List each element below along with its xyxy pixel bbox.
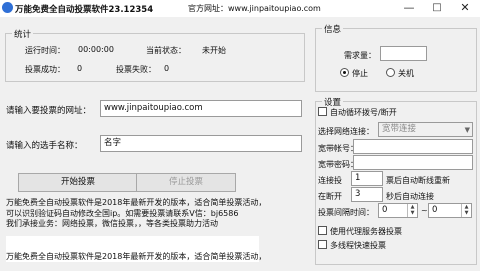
interval-from-spinner[interactable]: ▲ ▼ [407, 204, 417, 217]
chevron-down-icon: ▼ [464, 126, 470, 134]
stop-radio[interactable] [340, 68, 349, 77]
success-value: 0 [77, 64, 83, 73]
state-value: 未开始 [202, 46, 226, 55]
minimize-button[interactable]: — [396, 0, 422, 17]
multi-thread-checkbox[interactable] [318, 240, 327, 249]
interval-from-value: 0 [382, 205, 388, 215]
notice-bottom-line: 万能免费全自动投票软件是2018年最新开发的版本，适合简单投票活动， [6, 252, 267, 261]
name-label: 请输入的选手名称： [6, 141, 83, 151]
net-conn-label: 选择网络连接： [318, 127, 374, 136]
need-input[interactable] [380, 46, 427, 61]
proxy-checkbox[interactable] [318, 226, 327, 235]
success-label: 投票成功： [25, 65, 65, 74]
close-button[interactable]: ✕ [452, 0, 478, 17]
interval-from-input[interactable]: 0 ▲ ▼ [378, 203, 418, 218]
connect-label: 连接投 [318, 176, 342, 185]
info-group-label: 信息 [322, 23, 344, 35]
interval-to-input[interactable]: 0 ▲ ▼ [428, 203, 472, 218]
shutdown-radio[interactable] [386, 68, 395, 77]
auto-dial-checkbox[interactable] [318, 107, 327, 116]
notice-line: 我们承接业务：网络投票，微信投票，，等各类投票助力活动 [6, 219, 218, 228]
connect-count-input[interactable]: 1 [351, 171, 383, 186]
notice-text: 万能免费全自动投票软件是2018年最新开发的版本，适合简单投票活动， 可以识别验… [6, 198, 309, 230]
fail-value: 0 [164, 64, 170, 73]
multi-thread-label: 多线程快速投票 [330, 241, 386, 250]
notice-line: 可以识别验证码自动修改全国ip。如需要投票请联系V信：bj6586 [6, 208, 239, 218]
stop-radio-label: 停止 [352, 69, 368, 78]
account-label: 宽带帐号： [318, 144, 358, 153]
site-url: 官方网址：www.jinpaitoupiao.com [188, 4, 321, 13]
disconnect-seconds-input[interactable]: 3 [351, 187, 383, 202]
run-time-value: 00:00:00 [78, 45, 114, 54]
maximize-button[interactable]: □ [424, 0, 450, 17]
auto-dial-label: 自动循环拨号/断开 [330, 108, 397, 117]
connect-suffix: 票后自动断线重新 [386, 176, 450, 185]
shutdown-radio-label: 关机 [398, 69, 414, 78]
password-label: 宽带密码： [318, 160, 358, 169]
interval-to-value: 0 [432, 205, 438, 215]
start-vote-button[interactable]: 开始投票 [18, 173, 138, 192]
proxy-label: 使用代理服务器投票 [330, 227, 402, 236]
app-icon [2, 2, 13, 13]
url-input[interactable]: www.jinpaitoupiao.com [100, 100, 302, 117]
stop-vote-button[interactable]: 停止投票 [136, 173, 236, 192]
account-input[interactable] [353, 139, 473, 154]
interval-separator: ~ [421, 206, 428, 215]
notice-line: 万能免费全自动投票软件是2018年最新开发的版本，适合简单投票活动， [6, 198, 267, 207]
stats-group-label: 统计 [12, 28, 34, 40]
window-title: 万能免费全自动投票软件23.12354 [15, 5, 154, 15]
password-input[interactable] [353, 155, 473, 170]
name-input[interactable]: 名字 [100, 135, 302, 152]
disconnect-suffix: 秒后自动连接 [386, 192, 434, 201]
fail-label: 投票失败： [116, 65, 156, 74]
net-conn-select[interactable]: 宽带连接 ▼ [378, 122, 473, 137]
interval-label: 投票间隔时间： [318, 208, 374, 217]
need-label: 需求量： [344, 51, 376, 60]
interval-to-spinner[interactable]: ▲ ▼ [461, 204, 471, 217]
net-conn-value: 宽带连接 [382, 124, 417, 134]
state-label: 当前状态： [146, 46, 186, 55]
url-label: 请输入要投票的网址： [6, 106, 92, 116]
disconnect-label: 在断开 [318, 192, 342, 201]
run-time-label: 运行时间： [25, 46, 65, 55]
